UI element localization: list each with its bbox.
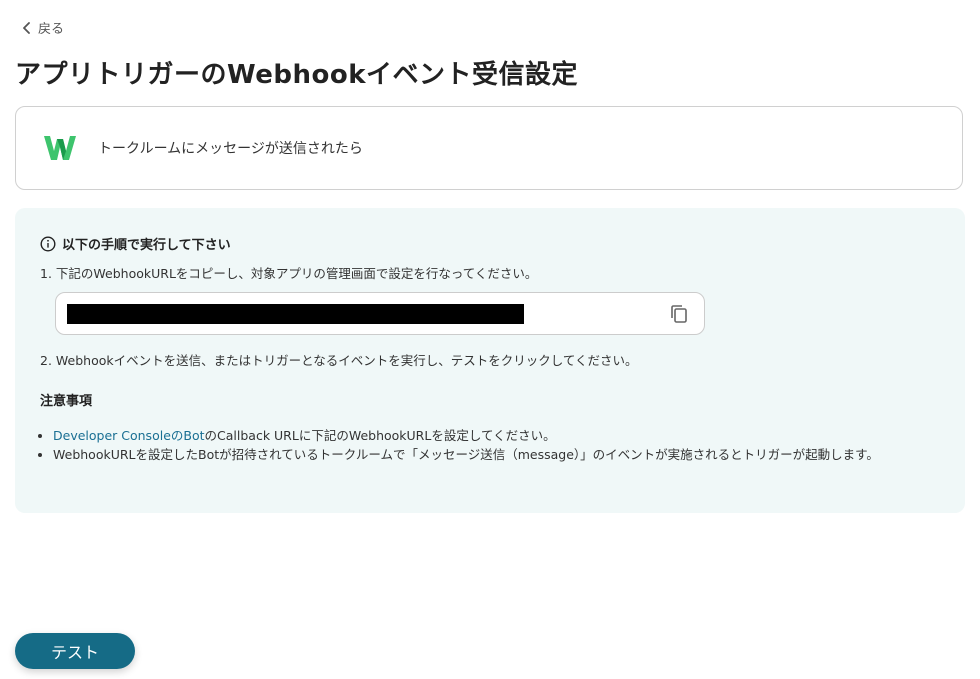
step-1-text: 1. 下記のWebhookURLをコピーし、対象アプリの管理画面で設定を行なって…	[40, 266, 538, 281]
note-item: WebhookURLを設定したBotが招待されているトークルームで「メッセージ送…	[53, 445, 958, 464]
back-link[interactable]: 戻る	[22, 18, 64, 37]
app-logo	[44, 136, 76, 160]
copy-icon[interactable]	[668, 303, 690, 325]
instructions-heading: 以下の手順で実行して下さい	[40, 234, 231, 253]
note-item-1-text: のCallback URLに下記のWebhookURLを設定してください。	[204, 428, 556, 443]
webhook-url-field[interactable]	[55, 292, 705, 335]
back-label: 戻る	[38, 22, 65, 37]
webhook-url-redacted	[67, 304, 524, 324]
trigger-card: トークルームにメッセージが送信されたら	[15, 106, 963, 190]
note-item-2-text: WebhookURLを設定したBotが招待されているトークルームで「メッセージ送…	[53, 447, 879, 462]
step-2-text: 2. Webhookイベントを送信、またはトリガーとなるイベントを実行し、テスト…	[40, 353, 638, 368]
notes-heading: 注意事項	[40, 394, 93, 409]
instructions-heading-text: 以下の手順で実行して下さい	[62, 238, 231, 253]
chevron-left-icon	[23, 21, 30, 34]
trigger-label: トークルームにメッセージが送信されたら	[98, 141, 363, 157]
developer-console-link[interactable]: Developer ConsoleのBot	[53, 428, 205, 443]
page-title: アプリトリガーのWebhookイベント受信設定	[15, 60, 579, 90]
test-button[interactable]: テスト	[15, 633, 135, 669]
info-icon	[40, 235, 56, 252]
page: 戻る アプリトリガーのWebhookイベント受信設定 トークルームにメッセージが…	[0, 0, 980, 679]
instructions-panel: 以下の手順で実行して下さい 1. 下記のWebhookURLをコピーし、対象アプ…	[15, 208, 965, 513]
note-item: Developer ConsoleのBotのCallback URLに下記のWe…	[53, 426, 958, 445]
notes-list: Developer ConsoleのBotのCallback URLに下記のWe…	[40, 426, 958, 464]
